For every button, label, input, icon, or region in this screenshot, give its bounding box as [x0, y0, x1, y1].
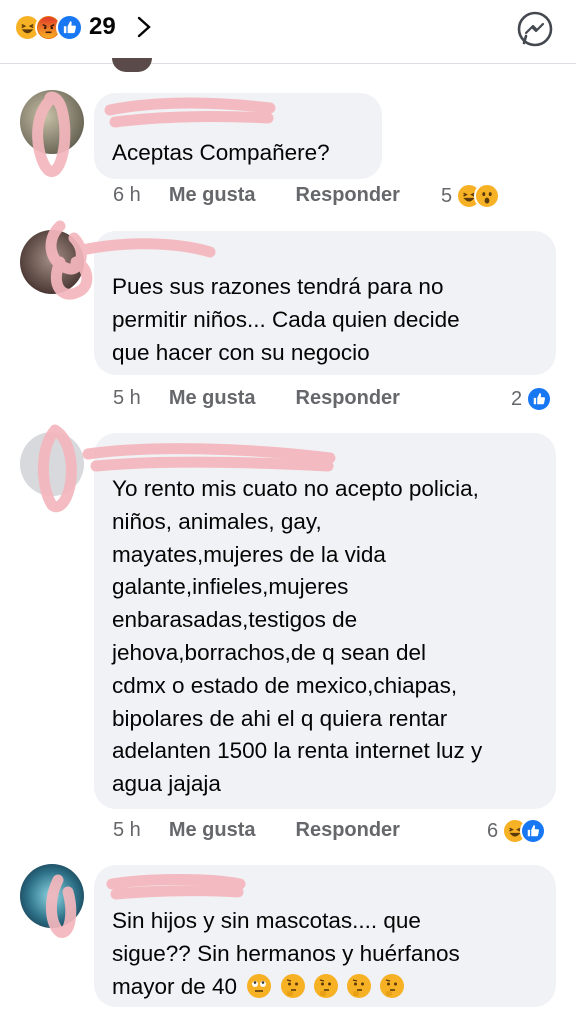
reaction-summary[interactable]: 29	[14, 10, 152, 44]
comment-reactions[interactable]: 5	[441, 183, 501, 209]
comment-text-line: Sin hijos y sin mascotas.... que	[112, 908, 421, 933]
comment-author[interactable]	[112, 447, 538, 465]
comment-text: Pues sus razones tendrá para no permitir…	[112, 274, 460, 365]
comment-text: Sin hijos y sin mascotas.... que sigue??…	[112, 905, 538, 1003]
avatar[interactable]	[20, 90, 84, 154]
rolling-eyes-emoji-icon	[247, 973, 272, 998]
avatar[interactable]	[20, 230, 84, 294]
reaction-count: 2	[511, 387, 523, 410]
reaction-count: 5	[441, 184, 453, 207]
thinking-face-emoji-icon	[347, 973, 372, 998]
avatar[interactable]	[20, 432, 84, 496]
messenger-icon[interactable]	[516, 10, 554, 48]
comment-bubble: Sin hijos y sin mascotas.... que sigue??…	[94, 865, 556, 1007]
comment-reactions[interactable]: 6	[487, 818, 547, 844]
chevron-right-icon[interactable]	[136, 16, 152, 38]
avatar[interactable]	[20, 864, 84, 928]
reply-button[interactable]: Responder	[296, 819, 400, 842]
comment-time[interactable]: 5 h	[113, 387, 141, 410]
like-button[interactable]: Me gusta	[169, 184, 256, 207]
comment-actions: 5 h Me gusta Responder	[113, 819, 400, 842]
previous-avatar-fragment	[112, 58, 152, 72]
comment-text-fragment: mayor de 40	[112, 973, 238, 999]
comment-author[interactable]	[112, 879, 538, 897]
comment-time[interactable]: 6 h	[113, 184, 141, 207]
comment-reactions[interactable]: 2	[511, 386, 553, 412]
comment-author[interactable]	[112, 107, 364, 125]
reply-button[interactable]: Responder	[296, 184, 400, 207]
thinking-face-emoji-icon	[313, 973, 338, 998]
comment-text: Aceptas Compañere?	[112, 140, 330, 165]
comment-actions: 6 h Me gusta Responder	[113, 184, 400, 207]
comment-text-line: sigue?? Sin hermanos y huérfanos	[112, 940, 460, 966]
reactions-header: 29	[0, 0, 576, 64]
reaction-count: 29	[89, 13, 116, 40]
comment-bubble: Yo rento mis cuato no acepto policia, ni…	[94, 433, 556, 809]
thinking-face-emoji-icon	[380, 973, 405, 998]
comment-time[interactable]: 5 h	[113, 819, 141, 842]
thinking-face-emoji-icon	[280, 973, 305, 998]
like-button[interactable]: Me gusta	[169, 819, 256, 842]
like-reaction-icon	[520, 818, 547, 844]
comment-author[interactable]	[112, 245, 538, 263]
comment-text-line: mayor de 40	[112, 971, 538, 1004]
comment-bubble: Pues sus razones tendrá para no permitir…	[94, 231, 556, 375]
like-reaction-icon	[56, 13, 83, 41]
comment-actions: 5 h Me gusta Responder	[113, 387, 400, 410]
comment-bubble: Aceptas Compañere?	[94, 93, 382, 179]
comment-text: Yo rento mis cuato no acepto policia, ni…	[112, 476, 483, 797]
like-reaction-icon	[526, 386, 553, 412]
like-button[interactable]: Me gusta	[169, 387, 256, 410]
wow-reaction-icon	[474, 183, 501, 209]
reply-button[interactable]: Responder	[296, 387, 400, 410]
reaction-count: 6	[487, 819, 499, 842]
